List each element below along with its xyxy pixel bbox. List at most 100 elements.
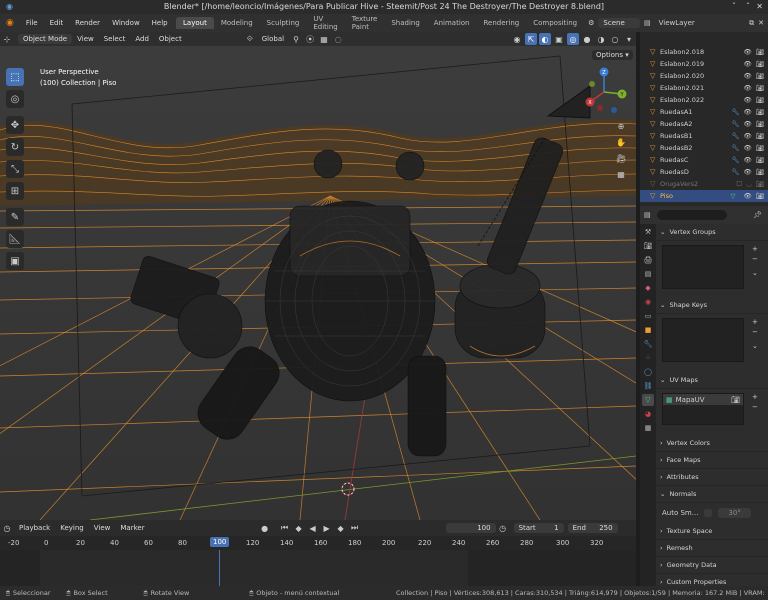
xray-icon[interactable]: ▣ xyxy=(553,33,565,45)
tab-texture-paint[interactable]: Texture Paint xyxy=(345,13,385,33)
orientation-selector[interactable]: Global xyxy=(262,35,284,43)
transform-tool-icon[interactable]: ⊞ xyxy=(6,182,24,200)
output-tab-icon[interactable]: 🖨︎ xyxy=(642,254,654,266)
menu-view[interactable]: View xyxy=(77,35,94,43)
wireframe-shading-icon[interactable]: ◎ xyxy=(567,33,579,45)
jump-end-icon[interactable]: ⏭ xyxy=(349,522,361,534)
annotate-tool-icon[interactable]: ✎ xyxy=(6,208,24,226)
menu-object[interactable]: Object xyxy=(159,35,182,43)
scene-selector[interactable]: Scene xyxy=(598,18,640,28)
material-tab-icon[interactable]: ◕ xyxy=(642,408,654,420)
prev-key-icon[interactable]: ◆ xyxy=(293,522,305,534)
outliner-row[interactable]: ▽ RuedasD 🔧︎ 👁︎ 📷︎ xyxy=(640,166,768,178)
tab-modeling[interactable]: Modeling xyxy=(214,17,260,29)
object-tab-icon[interactable]: ■ xyxy=(642,324,654,336)
jump-start-icon[interactable]: ⏮ xyxy=(279,522,291,534)
tab-animation[interactable]: Animation xyxy=(427,17,477,29)
timeline-body[interactable] xyxy=(0,550,636,586)
outliner-row[interactable]: ▽ Eslabon2.019 👁︎ 📷︎ xyxy=(640,58,768,70)
solid-shading-icon[interactable]: ● xyxy=(581,33,593,45)
vertex-groups-list[interactable] xyxy=(662,245,744,289)
minimize-icon[interactable]: ˇ xyxy=(732,0,736,14)
vertex-groups-panel[interactable]: ⌄ Vertex Groups xyxy=(656,224,768,241)
overlay-icon[interactable]: ◐ xyxy=(539,33,551,45)
clock-icon[interactable]: ◷ xyxy=(497,522,509,534)
eye-icon[interactable]: 👁︎ xyxy=(743,132,751,140)
render-camera-icon[interactable]: 📷︎ xyxy=(756,132,764,140)
eye-icon[interactable]: 👁︎ xyxy=(743,96,751,104)
measure-tool-icon[interactable]: 📐︎ xyxy=(6,230,24,248)
remove-icon[interactable]: − xyxy=(752,403,758,411)
remove-view-layer-icon[interactable]: ✕ xyxy=(758,19,764,27)
collection-tab-icon[interactable]: ▭ xyxy=(642,310,654,322)
render-camera-icon[interactable]: 📷︎ xyxy=(756,96,764,104)
editor-type-icon[interactable]: ⊹ xyxy=(1,33,13,45)
tab-sculpting[interactable]: Sculpting xyxy=(260,17,307,29)
custom-properties-panel[interactable]: › Custom Properties xyxy=(656,574,768,586)
render-camera-icon[interactable]: 📷︎ xyxy=(756,144,764,152)
menu-window[interactable]: Window xyxy=(106,19,146,27)
move-tool-icon[interactable]: ✥ xyxy=(6,116,24,134)
rendered-shading-icon[interactable]: ○ xyxy=(609,33,621,45)
menu-select[interactable]: Select xyxy=(104,35,126,43)
auto-smooth-checkbox[interactable] xyxy=(704,509,713,517)
outliner-row[interactable]: ▽ RuedasC 🔧︎ 👁︎ 📷︎ xyxy=(640,154,768,166)
timeline-ruler[interactable]: -20 0 20 40 60 80 100 120 140 160 180 20… xyxy=(0,536,636,550)
checkbox-icon[interactable]: ☐ xyxy=(736,180,742,188)
select-box-tool-icon[interactable]: ⬚ xyxy=(6,68,24,86)
tab-compositing[interactable]: Compositing xyxy=(526,17,584,29)
eye-icon[interactable]: 👁︎ xyxy=(743,84,751,92)
eye-icon[interactable]: 👁︎ xyxy=(743,192,751,200)
view-layer-name[interactable]: ViewLayer xyxy=(659,19,695,27)
attributes-panel[interactable]: › Attributes xyxy=(656,469,768,486)
shading-options-icon[interactable]: ▾ xyxy=(623,33,635,45)
end-frame-field[interactable]: End 250 xyxy=(567,523,618,533)
navigation-gizmo[interactable]: Z Y X xyxy=(580,66,632,118)
view-layer-tab-icon[interactable]: ▤ xyxy=(642,268,654,280)
remove-icon[interactable]: − xyxy=(752,255,758,263)
cursor-tool-icon[interactable]: ◎ xyxy=(6,90,24,108)
add-icon[interactable]: + xyxy=(752,245,758,253)
new-view-layer-icon[interactable]: ⧉ xyxy=(749,19,754,28)
eye-icon[interactable]: 👁︎ xyxy=(743,156,751,164)
outliner-row[interactable]: ▽ Eslabon2.021 👁︎ 📷︎ xyxy=(640,82,768,94)
record-icon[interactable]: ● xyxy=(259,522,271,534)
tool-tab-icon[interactable]: ⚒ xyxy=(642,226,654,238)
playhead-label[interactable]: 100 xyxy=(210,537,230,547)
uv-map-row[interactable]: ▦ MapaUV 📷︎ xyxy=(663,394,743,405)
physics-tab-icon[interactable]: ◯ xyxy=(642,366,654,378)
close-icon[interactable]: ✕ xyxy=(756,0,763,14)
shape-keys-list[interactable] xyxy=(662,318,744,362)
camera-view-icon[interactable]: 🎥︎ xyxy=(615,152,627,164)
pivot-icon[interactable]: ⚲ xyxy=(290,33,302,45)
next-key-icon[interactable]: ◆ xyxy=(335,522,347,534)
vertex-colors-panel[interactable]: › Vertex Colors xyxy=(656,435,768,452)
rotate-tool-icon[interactable]: ↻ xyxy=(6,138,24,156)
texture-tab-icon[interactable]: ▦ xyxy=(642,422,654,434)
remove-icon[interactable]: − xyxy=(752,328,758,336)
add-icon[interactable]: + xyxy=(752,318,758,326)
add-icon[interactable]: + xyxy=(752,393,758,401)
render-camera-icon[interactable]: 📷︎ xyxy=(756,84,764,92)
snap-target-icon[interactable]: ▦ xyxy=(318,33,330,45)
start-frame-field[interactable]: Start 1 xyxy=(513,523,564,533)
specials-icon[interactable]: ⌄ xyxy=(752,269,758,277)
outliner-row[interactable]: ▽ RuedasA1 🔧︎ 👁︎ 📷︎ xyxy=(640,106,768,118)
render-tab-icon[interactable]: 📷︎ xyxy=(642,240,654,252)
outliner-row-selected[interactable]: ▽ Piso ▽ 👁︎ 📷︎ xyxy=(640,190,768,202)
render-camera-icon[interactable]: 📷︎ xyxy=(756,72,764,80)
eye-icon[interactable]: 👁︎ xyxy=(743,144,751,152)
tab-shading[interactable]: Shading xyxy=(384,17,426,29)
menu-add[interactable]: Add xyxy=(135,35,149,43)
menu-help[interactable]: Help xyxy=(146,19,174,27)
menu-edit[interactable]: Edit xyxy=(44,19,70,27)
add-cube-tool-icon[interactable]: ▣ xyxy=(6,252,24,270)
gizmo-icon[interactable]: ⇱ xyxy=(525,33,537,45)
render-camera-icon[interactable]: 📷︎ xyxy=(756,156,764,164)
3d-viewport[interactable]: User Perspective (100) Collection | Piso… xyxy=(0,46,636,520)
menu-keying[interactable]: Keying xyxy=(60,524,84,532)
render-camera-icon[interactable]: 📷︎ xyxy=(756,192,764,200)
eye-icon[interactable]: 👁︎ xyxy=(743,120,751,128)
scene-tab-icon[interactable]: ◆ xyxy=(642,282,654,294)
eye-icon[interactable]: 👁︎ xyxy=(743,108,751,116)
